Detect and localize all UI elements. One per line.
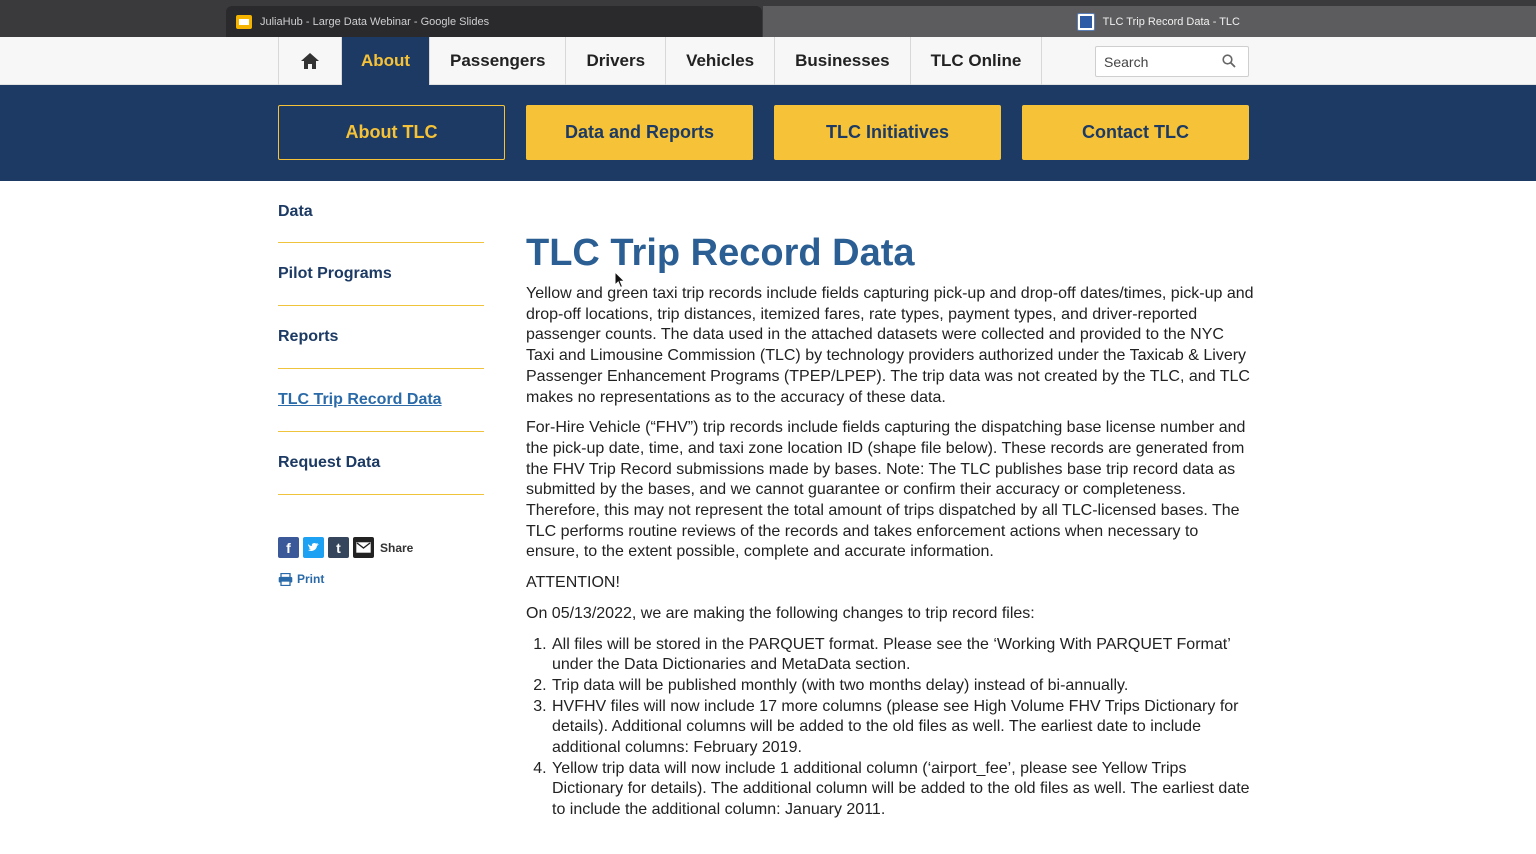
- sidebar: Data Pilot Programs Reports TLC Trip Rec…: [278, 181, 484, 495]
- data-and-reports-button[interactable]: Data and Reports: [526, 105, 753, 160]
- search-input[interactable]: [1104, 53, 1214, 70]
- main-content: TLC Trip Record Data Yellow and green ta…: [526, 230, 1254, 821]
- nav-businesses[interactable]: Businesses: [774, 37, 910, 85]
- sidebar-item-reports[interactable]: Reports: [278, 306, 484, 369]
- email-icon[interactable]: [353, 537, 374, 558]
- home-button[interactable]: [278, 37, 341, 85]
- list-item: All files will be stored in the PARQUET …: [551, 635, 1254, 676]
- nav-about[interactable]: About: [341, 37, 429, 85]
- sidebar-item-request-data[interactable]: Request Data: [278, 432, 484, 495]
- print-link[interactable]: Print: [278, 572, 324, 586]
- about-tlc-button[interactable]: About TLC: [278, 105, 505, 160]
- tumblr-icon[interactable]: t: [328, 537, 349, 558]
- nav-vehicles[interactable]: Vehicles: [665, 37, 774, 85]
- section-button-band: About TLC Data and Reports TLC Initiativ…: [0, 85, 1536, 181]
- list-item: Yellow trip data will now include 1 addi…: [551, 759, 1254, 821]
- print-label: Print: [297, 572, 325, 586]
- browser-tab-slides[interactable]: JuliaHub - Large Data Webinar - Google S…: [226, 6, 762, 37]
- tlc-favicon-icon: [1076, 12, 1095, 31]
- attention-heading: ATTENTION!: [526, 574, 620, 592]
- share-bar: f t Share: [278, 537, 413, 558]
- browser-tab-strip: JuliaHub - Large Data Webinar - Google S…: [0, 0, 1536, 37]
- contact-tlc-button[interactable]: Contact TLC: [1022, 105, 1249, 160]
- changes-intro: On 05/13/2022, we are making the followi…: [526, 604, 1035, 622]
- nav-drivers[interactable]: Drivers: [565, 37, 665, 85]
- share-label[interactable]: Share: [380, 541, 413, 555]
- taxi-records-paragraph: Yellow and green taxi trip records inclu…: [526, 285, 1254, 406]
- twitter-icon[interactable]: [303, 537, 324, 558]
- facebook-icon[interactable]: f: [278, 537, 299, 558]
- search-icon[interactable]: [1222, 54, 1236, 68]
- tab-title: TLC Trip Record Data - TLC: [1102, 15, 1240, 28]
- nav-tlc-online[interactable]: TLC Online: [909, 37, 1043, 85]
- mouse-cursor-icon: [614, 271, 626, 289]
- sidebar-item-pilot-programs[interactable]: Pilot Programs: [278, 243, 484, 306]
- fhv-records-paragraph: For-Hire Vehicle (“FHV”) trip records in…: [526, 419, 1246, 561]
- tab-title: JuliaHub - Large Data Webinar - Google S…: [260, 15, 490, 28]
- nav-passengers[interactable]: Passengers: [429, 37, 565, 85]
- slides-icon: [236, 14, 252, 29]
- sidebar-item-data[interactable]: Data: [278, 181, 484, 243]
- printer-icon: [278, 572, 293, 586]
- list-item: Trip data will be published monthly (wit…: [551, 676, 1254, 697]
- home-icon: [301, 53, 319, 69]
- search-box: [1095, 46, 1249, 77]
- top-navigation: About Passengers Drivers Vehicles Busine…: [0, 37, 1536, 85]
- changes-list: All files will be stored in the PARQUET …: [526, 635, 1254, 821]
- list-item: HVFHV files will now include 17 more col…: [551, 697, 1254, 759]
- tlc-initiatives-button[interactable]: TLC Initiatives: [774, 105, 1001, 160]
- browser-tab-tlc[interactable]: TLC Trip Record Data - TLC: [763, 6, 1536, 37]
- sidebar-item-tlc-trip-record-data[interactable]: TLC Trip Record Data: [278, 369, 484, 432]
- page-title: TLC Trip Record Data: [526, 232, 915, 274]
